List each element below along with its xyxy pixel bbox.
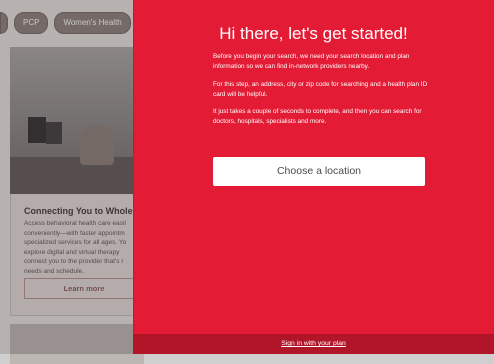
modal-title: Hi there, let's get started! xyxy=(219,24,408,43)
choose-location-button[interactable]: Choose a location xyxy=(213,157,425,186)
modal-footer: Sign in with your plan xyxy=(133,334,494,354)
modal-paragraph-2: For this step, an address, city or zip c… xyxy=(213,81,428,98)
modal-paragraph-3: It just takes a couple of seconds to com… xyxy=(213,108,422,125)
sign-in-with-plan-link[interactable]: Sign in with your plan xyxy=(133,340,494,347)
modal-edge xyxy=(133,0,134,354)
location-modal: Hi there, let's get started! Before you … xyxy=(133,0,494,354)
modal-paragraph-1: Before you begin your search, we need yo… xyxy=(213,53,410,70)
